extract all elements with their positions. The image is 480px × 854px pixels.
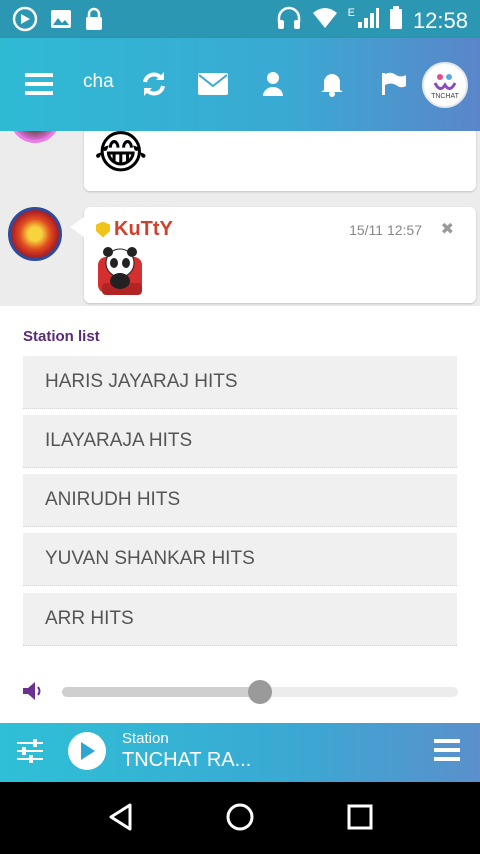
avatar[interactable] [10,131,60,143]
flag-icon[interactable] [380,64,408,104]
avatar[interactable] [8,207,62,261]
player-label: Station [122,730,169,747]
play-icon [81,742,95,760]
clock: 12:58 [412,7,468,33]
volume-slider-fill [62,687,260,697]
shield-badge-icon [96,221,110,238]
station-panel: Station list HARIS JAYARAJ HITS ILAYARAJ… [0,306,480,723]
toolbar-title: cha [83,71,114,92]
tnchat-logo[interactable]: TNCHAT [422,62,468,108]
gallery-icon [50,8,72,35]
volume-slider-thumb[interactable] [248,680,272,704]
network-type: E [347,6,355,19]
message-timestamp: 15/11 12:57 [349,222,422,238]
mail-icon[interactable] [196,64,230,104]
station-item[interactable]: ARR HITS [23,593,457,646]
refresh-icon[interactable] [138,64,170,104]
app-toolbar: cha TNCHAT [0,38,480,131]
volume-icon[interactable] [21,680,43,707]
laughing-emoji: 😂 [94,131,148,178]
username-text: KuTtY [114,218,173,240]
chat-area[interactable]: 😂 KuTtY 15/11 12:57 ✖ [0,131,480,306]
logo-text: TNCHAT [431,92,459,100]
panda-sticker [98,247,142,295]
message-username[interactable]: KuTtY [96,218,173,241]
headphones-icon [276,6,302,35]
user-icon[interactable] [260,64,286,104]
chat-message: 😂 [84,131,476,191]
system-navigation-bar [0,782,480,854]
station-list-title: Station list [23,328,100,345]
list-menu-icon[interactable] [434,739,460,766]
player-bar: Station TNCHAT RA... [0,723,480,782]
menu-icon[interactable] [22,64,56,104]
logo-icon [433,73,457,90]
station-item[interactable]: HARIS JAYARAJ HITS [23,356,457,409]
volume-slider[interactable] [62,680,458,704]
now-playing-station: TNCHAT RA... [122,749,252,771]
equalizer-icon[interactable] [17,739,43,768]
wifi-icon [312,7,338,34]
status-bar: E 12:58 [0,0,480,38]
station-item[interactable]: ILAYARAJA HITS [23,415,457,468]
lock-icon [84,7,104,36]
home-icon[interactable] [225,802,255,837]
signal-icon [357,7,379,34]
chat-message: KuTtY 15/11 12:57 ✖ [70,207,476,303]
station-item[interactable]: YUVAN SHANKAR HITS [23,533,457,586]
recents-icon[interactable] [345,802,375,837]
bell-icon[interactable] [318,64,346,104]
media-icon [12,6,38,37]
battery-icon [389,6,403,35]
play-button[interactable] [68,732,106,770]
station-item[interactable]: ANIRUDH HITS [23,474,457,527]
delete-message-icon[interactable]: ✖ [441,219,454,239]
back-icon[interactable] [106,802,136,837]
